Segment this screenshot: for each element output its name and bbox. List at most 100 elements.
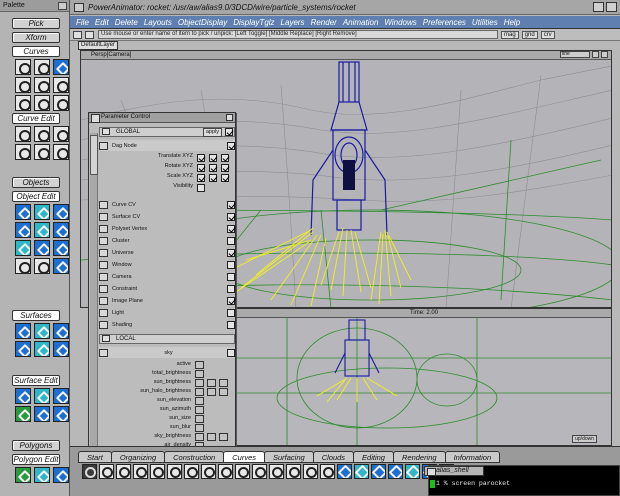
shelf-curve-icon[interactable] [133,464,148,479]
shelf-tab-organizing[interactable]: Organizing [110,451,166,463]
item-toggle-icon[interactable] [99,200,108,209]
attr-box-r[interactable] [195,388,204,396]
shelf-attach-icon[interactable] [252,464,267,479]
dag-node-toggle-icon[interactable] [99,141,108,150]
offset-icon[interactable] [53,144,69,160]
menu-layers[interactable]: Layers [281,18,305,27]
extend-icon[interactable] [34,144,50,160]
palette-section-curves[interactable]: Curves [12,46,60,57]
palette-close-icon[interactable] [58,1,67,10]
item-checkbox[interactable] [227,260,235,269]
scale-x-checkbox[interactable] [197,174,205,182]
rotate-z-checkbox[interactable] [221,164,229,172]
attr-box[interactable] [195,406,204,414]
rotate-y-checkbox[interactable] [209,164,217,172]
shelf-align-icon[interactable] [320,464,335,479]
shelf-revolve-icon[interactable] [354,464,369,479]
arc-icon[interactable] [34,77,50,93]
item-checkbox[interactable] [227,296,235,305]
trash-icon[interactable] [82,464,97,479]
item-checkbox[interactable] [227,224,235,233]
menu-layouts[interactable]: Layouts [144,18,172,27]
shelf-project-icon[interactable] [286,464,301,479]
item-checkbox[interactable] [227,272,235,281]
surface-detach-icon[interactable] [34,388,50,404]
ellipse-icon[interactable] [53,95,69,111]
shelf-fillet-icon[interactable] [201,464,216,479]
fillet-icon[interactable] [15,144,31,160]
shelf-move-icon[interactable] [116,464,131,479]
shelf-detach-icon[interactable] [269,464,284,479]
local-toggle-icon[interactable] [102,335,110,342]
shelf-pick-icon[interactable] [99,464,114,479]
prompt-history-icon[interactable] [85,30,94,39]
surface-project-icon[interactable] [53,406,69,422]
item-checkbox[interactable] [227,320,235,329]
window-menu-icon[interactable] [74,2,84,12]
surface-attach-icon[interactable] [53,388,69,404]
object-stitch-icon[interactable] [34,258,50,274]
translate-x-checkbox[interactable] [197,154,205,162]
palette-section-polygon-edit[interactable]: Polygon Edit [12,454,60,465]
curve-cv-icon[interactable] [15,59,31,75]
sky-checkbox[interactable] [227,348,235,357]
visibility-checkbox[interactable] [197,184,205,192]
palette-section-polygons[interactable]: Polygons [12,440,60,451]
item-toggle-icon[interactable] [99,320,108,329]
insert-icon[interactable] [15,126,31,142]
detach-icon[interactable] [34,126,50,142]
surface-insert-icon[interactable] [15,388,31,404]
curve-ep-icon[interactable] [34,59,50,75]
param-scrollbar[interactable] [90,133,98,449]
object-rebuild-icon[interactable] [53,204,69,220]
shelf-snap-icon[interactable] [303,464,318,479]
attr-box[interactable] [195,397,204,405]
polygon-merge-icon[interactable] [53,467,69,483]
lower-viewport[interactable]: Time: 2.00 up/down [236,308,612,446]
shelf-circle-icon[interactable] [150,464,165,479]
object-trim-icon[interactable] [34,240,50,256]
object-copy-icon[interactable] [34,204,50,220]
shelf-tab-clouds[interactable]: Clouds [312,451,355,463]
item-toggle-icon[interactable] [99,248,108,257]
item-toggle-icon[interactable] [99,296,108,305]
text-curve-icon[interactable] [15,95,31,111]
line-icon[interactable] [15,77,31,93]
mag-button[interactable]: mag [501,30,519,39]
menu-delete[interactable]: Delete [115,18,138,27]
attr-box-g[interactable] [207,379,216,387]
attr-box-r[interactable] [195,379,204,387]
palette-section-curve-edit[interactable]: Curve Edit [12,113,60,124]
menu-windows[interactable]: Windows [384,18,416,27]
item-toggle-icon[interactable] [99,212,108,221]
item-toggle-icon[interactable] [99,260,108,269]
object-reverse-icon[interactable] [15,222,31,238]
object-detach-icon[interactable] [53,258,69,274]
dag-node-checkbox[interactable] [227,141,235,150]
shelf-offset-icon[interactable] [218,464,233,479]
attr-box[interactable] [195,361,204,369]
apply-button[interactable]: apply [202,128,222,137]
palette-section-xform[interactable]: Xform [12,32,60,43]
shelf-tab-rendering[interactable]: Rendering [392,451,446,463]
shelf-extend-icon[interactable] [235,464,250,479]
attr-box-g[interactable] [207,433,216,441]
palette-section-surface-edit[interactable]: Surface Edit [12,375,60,386]
global-toggle-icon[interactable] [102,128,110,135]
shelf-boundary-icon[interactable] [405,464,420,479]
layer-tab-default[interactable]: DefaultLayer [78,41,118,50]
persp-maximize-icon[interactable] [592,51,599,58]
extrude-icon[interactable] [15,341,31,357]
attr-box-r[interactable] [195,433,204,441]
item-checkbox[interactable] [227,236,235,245]
maximize-icon[interactable] [606,2,617,12]
shell-command-line[interactable]: 1 % screen parocket [436,480,510,487]
item-checkbox[interactable] [227,308,235,317]
item-toggle-icon[interactable] [99,284,108,293]
shelf-arc-icon[interactable] [167,464,182,479]
object-align-icon[interactable] [34,222,50,238]
prompt-toggle-icon[interactable] [73,30,82,39]
pick-prompt-input[interactable]: Use mouse or enter name of item to pick … [98,30,498,39]
shelf-extrude-icon[interactable] [388,464,403,479]
item-checkbox[interactable] [227,284,235,293]
